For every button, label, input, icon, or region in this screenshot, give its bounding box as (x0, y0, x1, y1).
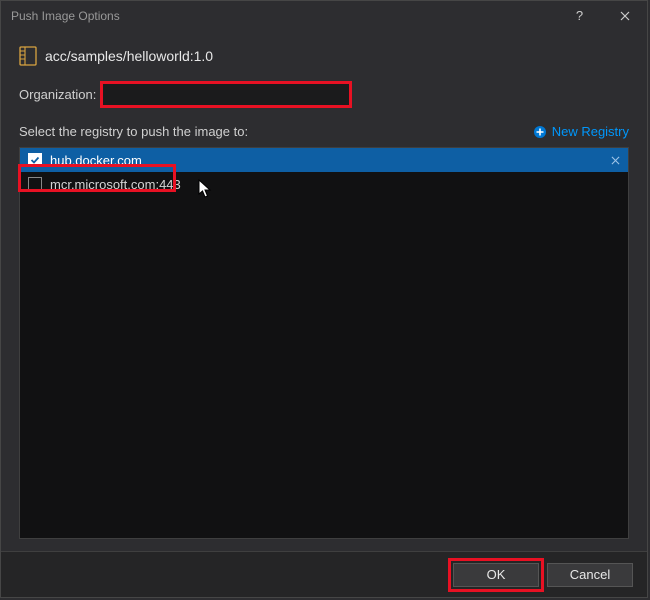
ok-button[interactable]: OK (453, 563, 539, 587)
dialog-content: acc/samples/helloworld:1.0 Organization:… (1, 31, 647, 551)
registry-list[interactable]: hub.docker.com mcr.microsoft.com:443 (19, 147, 629, 539)
push-image-dialog: Push Image Options ? acc/samples/hellowo… (0, 0, 648, 598)
container-image-icon (19, 45, 37, 67)
new-registry-label: New Registry (552, 124, 629, 139)
registry-prompt: Select the registry to push the image to… (19, 124, 533, 139)
dialog-footer: OK Cancel (1, 551, 647, 597)
registry-item-label: mcr.microsoft.com:443 (50, 177, 181, 192)
registry-header: Select the registry to push the image to… (19, 124, 629, 139)
close-button[interactable] (602, 1, 647, 31)
checkmark-icon (30, 155, 40, 165)
organization-row: Organization: (19, 83, 629, 106)
cancel-button[interactable]: Cancel (547, 563, 633, 587)
close-icon (611, 156, 620, 165)
registry-item-remove[interactable] (608, 153, 622, 167)
titlebar: Push Image Options ? (1, 1, 647, 31)
registry-checkbox[interactable] (28, 153, 42, 167)
registry-item-mcr[interactable]: mcr.microsoft.com:443 (20, 172, 628, 196)
window-title: Push Image Options (11, 9, 557, 23)
plus-circle-icon (533, 125, 547, 139)
image-row: acc/samples/helloworld:1.0 (19, 45, 629, 67)
help-button[interactable]: ? (557, 1, 602, 31)
help-icon: ? (576, 8, 583, 23)
close-icon (620, 11, 630, 21)
registry-item-hub-docker[interactable]: hub.docker.com (20, 148, 628, 172)
organization-label: Organization: (19, 87, 96, 102)
image-name: acc/samples/helloworld:1.0 (45, 48, 213, 64)
registry-checkbox[interactable] (28, 177, 42, 191)
registry-item-label: hub.docker.com (50, 153, 142, 168)
new-registry-button[interactable]: New Registry (533, 124, 629, 139)
organization-input[interactable] (102, 83, 350, 106)
